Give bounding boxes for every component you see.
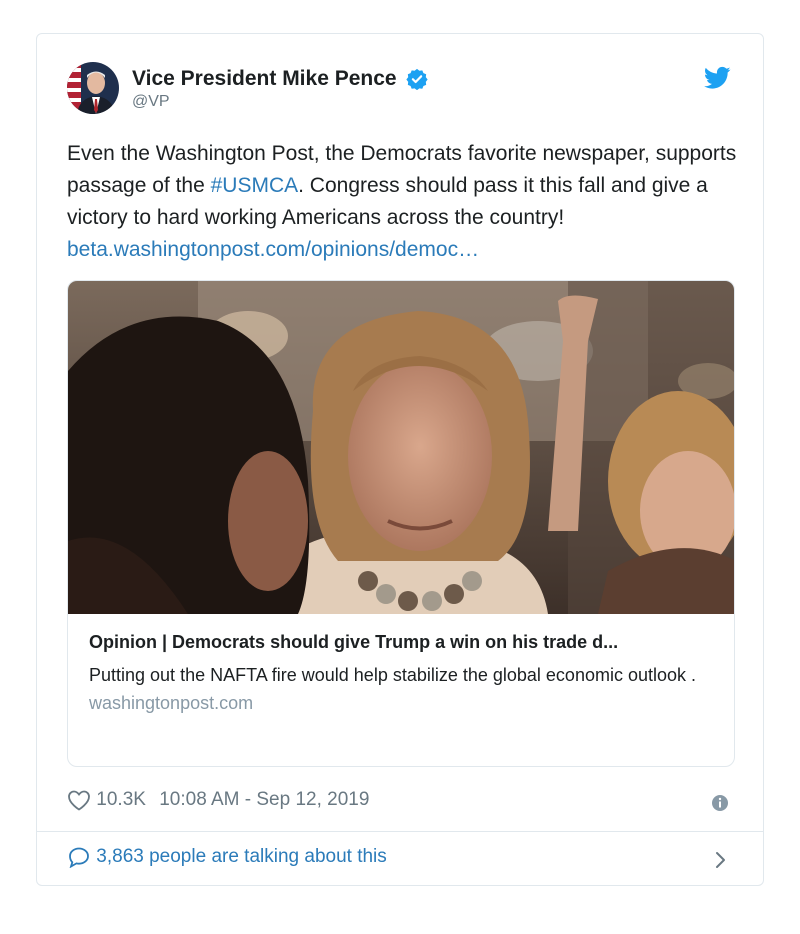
heart-icon[interactable]	[67, 789, 91, 811]
handle[interactable]: @VP	[132, 93, 428, 111]
tweet-header: Vice President Mike Pence @VP	[67, 62, 733, 122]
tweet-embed: Vice President Mike Pence @VP Even the W…	[36, 33, 764, 886]
card-image[interactable]	[68, 281, 735, 614]
conversation-link[interactable]: 3,863 people are talking about this	[67, 846, 733, 874]
card-title[interactable]: Opinion | Democrats should give Trump a …	[89, 629, 713, 655]
card-description: Putting out the NAFTA fire would help st…	[89, 665, 697, 685]
like-count[interactable]: 10.3K	[96, 789, 146, 810]
author-names[interactable]: Vice President Mike Pence @VP	[132, 66, 428, 111]
avatar-image	[67, 62, 119, 114]
chevron-right-icon[interactable]	[713, 849, 727, 871]
conversation-count[interactable]: 3,863 people are talking about this	[96, 846, 387, 867]
verified-badge-icon	[406, 68, 428, 90]
card-domain: washingtonpost.com	[89, 693, 254, 713]
hashtag-link[interactable]: #USMCA	[211, 174, 299, 197]
article-url-link[interactable]: beta.washingtonpost.com/opinions/democ…	[67, 238, 479, 261]
avatar[interactable]	[67, 62, 119, 114]
info-icon[interactable]	[711, 794, 729, 812]
card-body[interactable]: Opinion | Democrats should give Trump a …	[89, 629, 713, 714]
speech-bubble-icon	[69, 847, 89, 868]
twitter-bird-icon[interactable]	[704, 66, 731, 90]
tweet-text: Even the Washington Post, the Democrats …	[67, 138, 737, 266]
tweet-meta: 10.3K 10:08 AM - Sep 12, 2019	[67, 789, 733, 817]
timestamp[interactable]: 10:08 AM - Sep 12, 2019	[159, 789, 369, 810]
link-preview-card[interactable]: Opinion | Democrats should give Trump a …	[67, 280, 735, 767]
divider	[37, 831, 763, 832]
display-name[interactable]: Vice President Mike Pence	[132, 66, 397, 92]
